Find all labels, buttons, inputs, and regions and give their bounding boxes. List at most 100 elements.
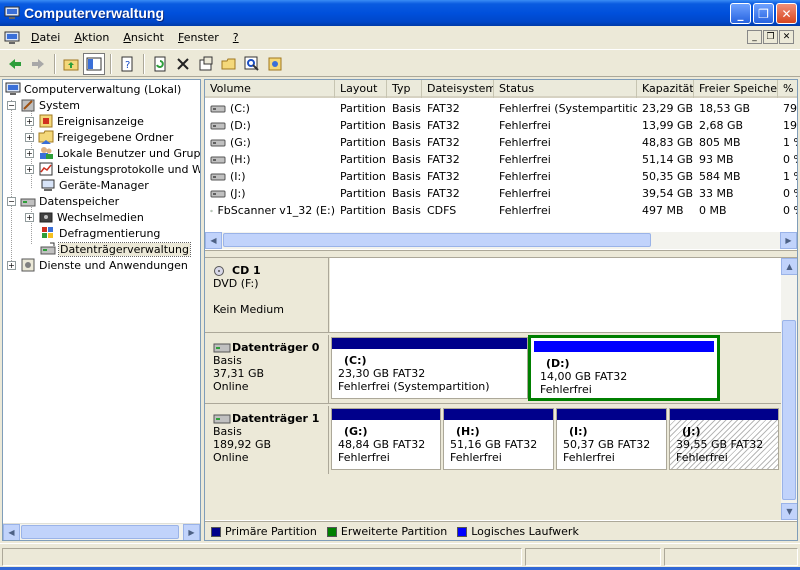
- menu-fenster[interactable]: Fenster: [171, 31, 226, 44]
- column-typ[interactable]: Typ: [387, 80, 422, 98]
- disk-info-0[interactable]: Datenträger 0 Basis 37,31 GB Online: [205, 335, 329, 403]
- open-button[interactable]: [218, 53, 240, 75]
- column-volume[interactable]: Volume: [205, 80, 335, 98]
- volume-list-scrollbar[interactable]: ◀ ▶: [205, 232, 797, 249]
- drive-icon: [210, 156, 226, 163]
- volume-row[interactable]: (G:) Partition Basis FAT32 Fehlerfrei 48,83 G…: [205, 134, 797, 151]
- refresh-button[interactable]: [149, 53, 171, 75]
- partition-g[interactable]: (G:) 48,84 GB FAT32 Fehlerfrei: [331, 408, 441, 470]
- expand-toggle[interactable]: +: [25, 116, 34, 126]
- scroll-up-arrow[interactable]: ▲: [781, 258, 797, 275]
- close-button[interactable]: ✕: [776, 3, 797, 24]
- tree-node-lokale-benutzer[interactable]: + Lokale Benutzer und Gruppen: [25, 145, 200, 161]
- expand-toggle[interactable]: +: [25, 148, 34, 158]
- scroll-left-arrow[interactable]: ◀: [205, 232, 222, 249]
- tree-node-system[interactable]: − System: [7, 97, 80, 113]
- tree-node-wechselmedien[interactable]: + Wechselmedien: [25, 209, 144, 225]
- expand-toggle[interactable]: +: [25, 164, 34, 174]
- arrow-right-icon: [32, 58, 44, 69]
- child-close-button[interactable]: ✕: [779, 30, 794, 44]
- column-freier-speicher[interactable]: Freier Speicher: [694, 80, 778, 98]
- partition-h[interactable]: (H:) 51,16 GB FAT32 Fehlerfrei: [443, 408, 554, 470]
- menu-aktion[interactable]: Aktion: [67, 31, 116, 44]
- tree-node-geraete-manager[interactable]: Geräte-Manager: [40, 177, 149, 193]
- volume-row[interactable]: FbScanner v1_32 (E:) Partition Basis CDFS Fe…: [205, 202, 797, 219]
- tree-node-leistungsprotokolle[interactable]: + Leistungsprotokolle und Warnungen: [25, 161, 200, 177]
- volume-row[interactable]: (C:) Partition Basis FAT32 Fehlerfrei (Syste…: [205, 100, 797, 117]
- title-bar[interactable]: Computerverwaltung _ ❐ ✕: [0, 0, 800, 26]
- forward-button[interactable]: [27, 53, 49, 75]
- drive-icon: [210, 190, 226, 197]
- volume-row[interactable]: (J:) Partition Basis FAT32 Fehlerfrei 39,54 G…: [205, 185, 797, 202]
- tree-node-dienste[interactable]: + Dienste und Anwendungen: [7, 257, 188, 273]
- window-title: Computerverwaltung: [24, 5, 165, 21]
- show-hide-tree-button[interactable]: [83, 52, 105, 75]
- collapse-toggle[interactable]: −: [7, 100, 16, 110]
- partition-i[interactable]: (I:) 50,37 GB FAT32 Fehlerfrei: [556, 408, 667, 470]
- child-restore-button[interactable]: ❐: [763, 30, 778, 44]
- menu-ansicht[interactable]: Ansicht: [116, 31, 171, 44]
- help-page-icon: ?: [121, 56, 133, 71]
- status-segment-3: [664, 548, 798, 566]
- tree-node-freigegebene-ordner[interactable]: + Freigegebene Ordner: [25, 129, 173, 145]
- column-dateisystem[interactable]: Dateisystem: [422, 80, 494, 98]
- volume-cell: FAT32: [427, 136, 460, 149]
- column-percent[interactable]: %: [778, 80, 797, 98]
- scroll-thumb[interactable]: [782, 320, 796, 500]
- partition-legend: Primäre Partition Erweiterte Partition L…: [205, 521, 797, 540]
- expand-toggle[interactable]: +: [25, 132, 34, 142]
- column-status[interactable]: Status: [494, 80, 637, 98]
- disk-info-cd1[interactable]: CD 1 DVD (F:) Kein Medium: [205, 258, 329, 332]
- toolbar: ?: [0, 51, 800, 77]
- collapse-toggle[interactable]: −: [7, 196, 16, 206]
- volume-row[interactable]: (I:) Partition Basis FAT32 Fehlerfrei 50,35 G…: [205, 168, 797, 185]
- console-tree[interactable]: Computerverwaltung (Lokal) − System + Er…: [2, 79, 201, 541]
- disk-view-vertical-scrollbar[interactable]: ▲ ▼: [781, 258, 797, 520]
- scroll-thumb[interactable]: [223, 233, 651, 247]
- pane-splitter[interactable]: [205, 250, 797, 258]
- scroll-right-arrow[interactable]: ▶: [183, 524, 200, 540]
- menu-help[interactable]: ?: [226, 31, 246, 44]
- up-one-level-button[interactable]: [60, 53, 82, 75]
- tree-node-root[interactable]: Computerverwaltung (Lokal): [5, 81, 181, 97]
- legend-swatch-primary: [211, 526, 221, 537]
- volume-row[interactable]: (H:) Partition Basis FAT32 Fehlerfrei 51,14 G…: [205, 151, 797, 168]
- expand-toggle[interactable]: +: [25, 212, 34, 222]
- defrag-icon: [42, 227, 53, 238]
- scroll-thumb[interactable]: [21, 525, 179, 539]
- arrow-left-icon: [9, 58, 21, 69]
- volume-row[interactable]: (D:) Partition Basis FAT32 Fehlerfrei 13,99 G…: [205, 117, 797, 134]
- column-layout[interactable]: Layout: [335, 80, 387, 98]
- disk-info-1[interactable]: Datenträger 1 Basis 189,92 GB Online: [205, 406, 329, 474]
- properties-button[interactable]: ?: [116, 53, 138, 75]
- column-kapazitaet[interactable]: Kapazität: [637, 80, 694, 98]
- console-icon[interactable]: [4, 31, 20, 45]
- minimize-button[interactable]: _: [730, 3, 751, 24]
- volume-cell: Partition: [340, 187, 386, 200]
- maximize-button[interactable]: ❐: [753, 3, 774, 24]
- drive-icon: [210, 122, 226, 129]
- volume-cell: Partition: [340, 170, 386, 183]
- search-button[interactable]: [241, 53, 263, 75]
- scroll-right-arrow[interactable]: ▶: [780, 232, 797, 249]
- volume-cell: FAT32: [427, 187, 460, 200]
- scroll-down-arrow[interactable]: ▼: [781, 503, 797, 520]
- partition-c[interactable]: (C:) 23,30 GB FAT32 Fehlerfrei (Systempa…: [331, 337, 528, 399]
- partition-j[interactable]: (J:) 39,55 GB FAT32 Fehlerfrei: [669, 408, 779, 470]
- back-button[interactable]: [4, 53, 26, 75]
- tree-node-ereignisanzeige[interactable]: + Ereignisanzeige: [25, 113, 144, 129]
- disk-area-cd1[interactable]: [330, 258, 781, 332]
- menu-datei[interactable]: Datei: [24, 31, 67, 44]
- expand-toggle[interactable]: +: [7, 260, 16, 270]
- tree-node-defragmentierung[interactable]: Defragmentierung: [40, 225, 160, 241]
- child-minimize-button[interactable]: _: [747, 30, 762, 44]
- tree-horizontal-scrollbar[interactable]: ◀ ▶: [3, 523, 200, 540]
- properties-sheet-button[interactable]: [195, 53, 217, 75]
- tree-node-datentraegerverwaltung[interactable]: Datenträgerverwaltung: [40, 241, 191, 257]
- scroll-left-arrow[interactable]: ◀: [3, 524, 20, 540]
- partition-d[interactable]: (D:) 14,00 GB FAT32 Fehlerfrei: [528, 335, 720, 401]
- tree-node-datenspeicher[interactable]: − Datenspeicher: [7, 193, 119, 209]
- delete-button[interactable]: [172, 53, 194, 75]
- volume-cell: Basis: [392, 119, 421, 132]
- settings-button[interactable]: [264, 53, 286, 75]
